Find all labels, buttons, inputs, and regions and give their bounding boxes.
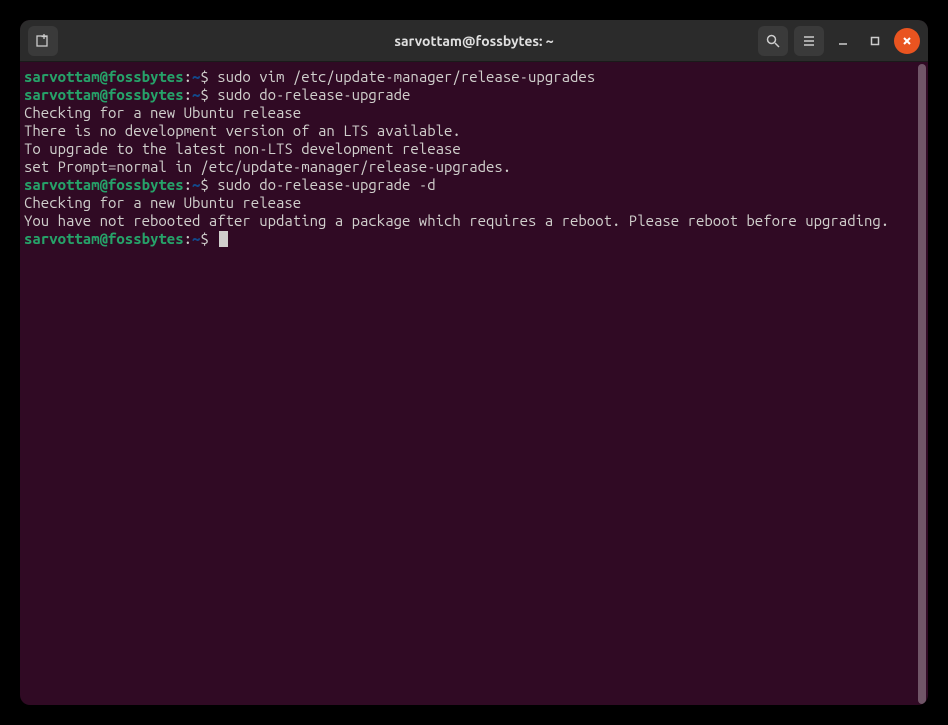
minimize-button[interactable] bbox=[830, 28, 856, 54]
terminal-line: There is no development version of an LT… bbox=[24, 122, 924, 140]
maximize-button[interactable] bbox=[862, 28, 888, 54]
titlebar: sarvottam@fossbytes: ~ bbox=[20, 20, 928, 62]
terminal-line: sarvottam@fossbytes:~$ bbox=[24, 230, 924, 248]
scrollbar[interactable] bbox=[918, 64, 926, 704]
prompt-symbol: $ bbox=[200, 176, 217, 193]
close-button[interactable] bbox=[894, 28, 920, 54]
prompt-user-host: sarvottam@fossbytes bbox=[24, 176, 184, 193]
prompt-user-host: sarvottam@fossbytes bbox=[24, 68, 184, 85]
hamburger-icon bbox=[801, 33, 817, 49]
scrollbar-thumb[interactable] bbox=[918, 64, 926, 704]
terminal-line: sarvottam@fossbytes:~$ sudo do-release-u… bbox=[24, 86, 924, 104]
terminal-line: sarvottam@fossbytes:~$ sudo do-release-u… bbox=[24, 176, 924, 194]
cursor bbox=[219, 231, 228, 247]
command-text: sudo do-release-upgrade bbox=[217, 86, 410, 103]
window-title: sarvottam@fossbytes: ~ bbox=[394, 33, 553, 49]
terminal-output-area[interactable]: sarvottam@fossbytes:~$ sudo vim /etc/upd… bbox=[20, 62, 928, 705]
command-text: sudo vim /etc/update-manager/release-upg… bbox=[217, 68, 595, 85]
command-text: sudo do-release-upgrade -d bbox=[217, 176, 435, 193]
prompt-separator: : bbox=[184, 86, 192, 103]
output-text: Checking for a new Ubuntu release bbox=[24, 104, 301, 121]
output-text: To upgrade to the latest non-LTS develop… bbox=[24, 140, 469, 157]
output-text: Checking for a new Ubuntu release bbox=[24, 194, 301, 211]
output-text: You have not rebooted after updating a p… bbox=[24, 212, 889, 229]
new-tab-button[interactable] bbox=[28, 26, 58, 56]
terminal-line: Checking for a new Ubuntu release bbox=[24, 194, 924, 212]
prompt-separator: : bbox=[184, 230, 192, 247]
prompt-user-host: sarvottam@fossbytes bbox=[24, 230, 184, 247]
prompt-separator: : bbox=[184, 176, 192, 193]
prompt-user-host: sarvottam@fossbytes bbox=[24, 86, 184, 103]
search-icon bbox=[765, 33, 781, 49]
output-text: There is no development version of an LT… bbox=[24, 122, 461, 139]
maximize-icon bbox=[869, 35, 881, 47]
prompt-symbol: $ bbox=[200, 68, 217, 85]
terminal-line: You have not rebooted after updating a p… bbox=[24, 212, 924, 230]
menu-button[interactable] bbox=[794, 26, 824, 56]
terminal-line: Checking for a new Ubuntu release bbox=[24, 104, 924, 122]
close-icon bbox=[901, 35, 913, 47]
terminal-line: sarvottam@fossbytes:~$ sudo vim /etc/upd… bbox=[24, 68, 924, 86]
prompt-symbol: $ bbox=[200, 86, 217, 103]
minimize-icon bbox=[837, 35, 849, 47]
terminal-window: sarvottam@fossbytes: ~ sarvottam@fossbyt… bbox=[20, 20, 928, 705]
prompt-separator: : bbox=[184, 68, 192, 85]
titlebar-left-group bbox=[28, 26, 58, 56]
prompt-symbol: $ bbox=[200, 230, 217, 247]
output-text: set Prompt=normal in /etc/update-manager… bbox=[24, 158, 511, 175]
titlebar-right-group bbox=[758, 26, 920, 56]
terminal-line: set Prompt=normal in /etc/update-manager… bbox=[24, 158, 924, 176]
search-button[interactable] bbox=[758, 26, 788, 56]
new-tab-icon bbox=[35, 33, 51, 49]
terminal-line: To upgrade to the latest non-LTS develop… bbox=[24, 140, 924, 158]
